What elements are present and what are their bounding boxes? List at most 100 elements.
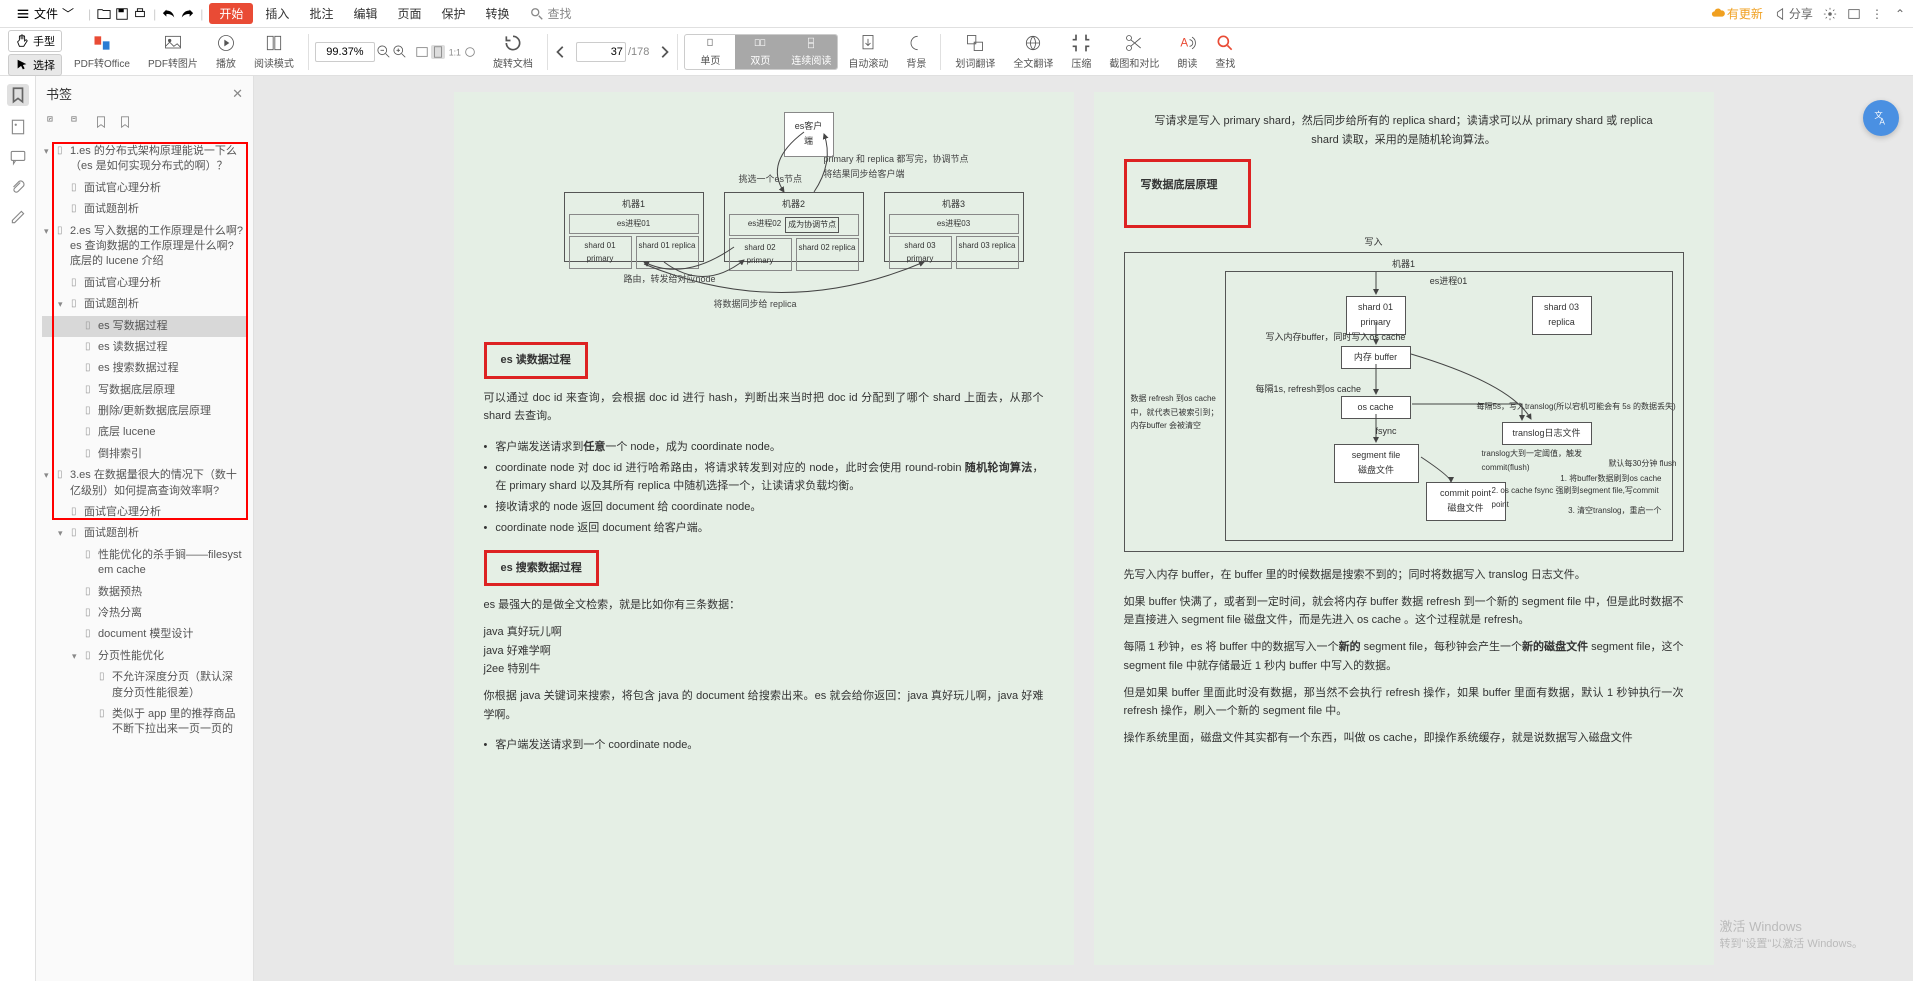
thumbnail-rail-icon[interactable] <box>9 118 27 136</box>
full-translate-button[interactable]: 全文翻译 <box>1005 31 1061 72</box>
zoom-out-icon[interactable] <box>377 45 391 59</box>
next-page-icon[interactable] <box>657 45 671 59</box>
attachment-rail-icon[interactable] <box>9 178 27 196</box>
compress-icon <box>1071 33 1091 53</box>
gear-icon[interactable] <box>1823 7 1837 21</box>
save-icon[interactable] <box>115 7 129 21</box>
tab-edit[interactable]: 编辑 <box>345 3 385 24</box>
share-button[interactable]: 分享 <box>1773 5 1813 22</box>
diagram-box: es客户端 <box>784 112 834 157</box>
tab-start[interactable]: 开始 <box>209 3 253 24</box>
open-icon[interactable] <box>97 7 111 21</box>
word-translate-button[interactable]: 划词翻译 <box>947 31 1003 72</box>
update-notice[interactable]: 有更新 <box>1711 5 1763 22</box>
expand-all-icon[interactable] <box>46 115 60 129</box>
bookmark-item[interactable]: ▯es 写数据过程 <box>42 316 247 337</box>
bookmark-item[interactable]: ▯document 模型设计 <box>42 624 247 645</box>
background-button[interactable]: 背景 <box>898 31 934 72</box>
bookmark-item[interactable]: ▯数据预热 <box>42 582 247 603</box>
bookmark-item[interactable]: ▯性能优化的杀手锏——filesystem cache <box>42 545 247 582</box>
bookmark-panel: 书签 ✕ ▾▯1.es 的分布式架构原理能说一下么（es 是如何实现分布式的啊）… <box>36 76 254 981</box>
pdf-to-office-button[interactable]: PDF转Office <box>66 31 138 72</box>
redo-icon[interactable] <box>180 7 194 21</box>
bookmark-rail-icon[interactable] <box>7 84 29 106</box>
document-viewport[interactable]: es客户端 primary 和 replica 都写完，协调节点将结果同步给客户… <box>254 76 1913 981</box>
actual-size-icon[interactable]: 1:1 <box>447 45 461 59</box>
view-mode-group: 单页 双页 连续阅读 <box>684 34 838 70</box>
bookmark-item[interactable]: ▾▯2.es 写入数据的工作原理是什么啊?es 查询数据的工作原理是什么啊? 底… <box>42 221 247 273</box>
zoom-input[interactable] <box>315 42 375 62</box>
bookmark-item[interactable]: ▯面试官心理分析 <box>42 273 247 294</box>
tab-insert[interactable]: 插入 <box>257 3 297 24</box>
collapse-all-icon[interactable] <box>70 115 84 129</box>
windows-watermark: 激活 Windows 转到"设置"以激活 Windows。 <box>1720 916 1864 951</box>
svg-text:1:1: 1:1 <box>449 47 461 57</box>
undo-icon[interactable] <box>162 7 176 21</box>
edit-rail-icon[interactable] <box>9 208 27 226</box>
bookmark-item-label: 3.es 在数据量很大的情况下（数十亿级别）如何提高查询效率啊? <box>70 468 243 499</box>
speaker-icon: A <box>1177 33 1197 53</box>
play-button[interactable]: 播放 <box>208 31 244 72</box>
pdf-to-image-button[interactable]: PDF转图片 <box>140 31 206 72</box>
diagram-write-low-level: 写入 机器1 es进程01 shard 01 primary shard 03 … <box>1124 252 1684 552</box>
translate-float-button[interactable]: 文A <box>1863 100 1899 136</box>
bookmark-item[interactable]: ▯es 读数据过程 <box>42 337 247 358</box>
bookmark-item[interactable]: ▯面试题剖析 <box>42 199 247 220</box>
separator <box>940 34 941 70</box>
bookmark-item[interactable]: ▯删除/更新数据底层原理 <box>42 401 247 422</box>
tab-protect[interactable]: 保护 <box>433 3 473 24</box>
page-right: 写请求是写入 primary shard，然后同步给所有的 replica sh… <box>1094 92 1714 965</box>
fit-visible-icon[interactable] <box>463 45 477 59</box>
search-box[interactable]: 查找 <box>530 5 572 22</box>
print-icon[interactable] <box>133 7 147 21</box>
bookmark-item[interactable]: ▯es 搜索数据过程 <box>42 358 247 379</box>
more-icon[interactable]: ⋮ <box>1871 7 1885 21</box>
comment-rail-icon[interactable] <box>9 148 27 166</box>
tab-annotate[interactable]: 批注 <box>301 3 341 24</box>
bookmark-item[interactable]: ▯面试官心理分析 <box>42 178 247 199</box>
bookmark-item[interactable]: ▾▯3.es 在数据量很大的情况下（数十亿级别）如何提高查询效率啊? <box>42 465 247 502</box>
prev-page-icon[interactable] <box>554 45 568 59</box>
bookmark-item[interactable]: ▯底层 lucene <box>42 422 247 443</box>
autoscroll-button[interactable]: 自动滚动 <box>840 31 896 72</box>
bookmark-item[interactable]: ▯面试官心理分析 <box>42 502 247 523</box>
screenshot-compare-button[interactable]: 截图和对比 <box>1101 31 1167 72</box>
bookmark-outline-icon[interactable] <box>118 115 132 129</box>
bookmark-item[interactable]: ▯冷热分离 <box>42 603 247 624</box>
rotate-button[interactable]: 旋转文档 <box>485 31 541 72</box>
body-text: 如果 buffer 快满了，或者到一定时间，就会将内存 buffer 数据 re… <box>1124 593 1684 630</box>
bookmark-item[interactable]: ▾▯分页性能优化 <box>42 646 247 667</box>
zoom-in-icon[interactable] <box>393 45 407 59</box>
file-menu[interactable]: 文件 ﹀ <box>8 3 82 24</box>
single-page-button[interactable]: 单页 <box>685 35 735 69</box>
bookmark-item[interactable]: ▾▯面试题剖析 <box>42 523 247 544</box>
collapse-icon[interactable]: ⌃ <box>1895 7 1905 21</box>
page-input[interactable] <box>576 42 626 62</box>
window-icon[interactable] <box>1847 7 1861 21</box>
read-aloud-button[interactable]: A 朗读 <box>1169 31 1205 72</box>
add-bookmark-icon[interactable] <box>94 115 108 129</box>
double-page-button[interactable]: 双页 <box>735 35 785 69</box>
bookmark-item-label: 不允许深度分页（默认深度分页性能很差） <box>112 670 243 701</box>
expand-arrow-icon: ▾ <box>72 650 82 663</box>
close-icon[interactable]: ✕ <box>232 86 243 102</box>
hand-tool[interactable]: 手型 <box>8 30 62 52</box>
select-tool[interactable]: 选择 <box>8 54 62 76</box>
bookmark-item[interactable]: ▯写数据底层原理 <box>42 380 247 401</box>
tab-convert[interactable]: 转换 <box>478 3 518 24</box>
compress-button[interactable]: 压缩 <box>1063 31 1099 72</box>
fit-width-icon[interactable] <box>415 45 429 59</box>
bookmark-item[interactable]: ▯类似于 app 里的推荐商品不断下拉出来一页一页的 <box>42 704 247 741</box>
body-text: 你根据 java 关键词来搜索，将包含 java 的 document 给搜索出… <box>484 687 1044 724</box>
continuous-button[interactable]: 连续阅读 <box>785 35 837 69</box>
find-button[interactable]: 查找 <box>1207 31 1243 72</box>
bookmark-item[interactable]: ▯不允许深度分页（默认深度分页性能很差） <box>42 667 247 704</box>
bookmark-item[interactable]: ▾▯面试题剖析 <box>42 294 247 315</box>
separator <box>547 34 548 70</box>
bookmark-item[interactable]: ▾▯1.es 的分布式架构原理能说一下么（es 是如何实现分布式的啊）？ <box>42 141 247 178</box>
fit-page-icon[interactable] <box>431 45 445 59</box>
bookmark-item-icon: ▯ <box>85 425 95 439</box>
tab-page[interactable]: 页面 <box>389 3 429 24</box>
bookmark-item[interactable]: ▯倒排索引 <box>42 444 247 465</box>
read-mode-button[interactable]: 阅读模式 <box>246 31 302 72</box>
